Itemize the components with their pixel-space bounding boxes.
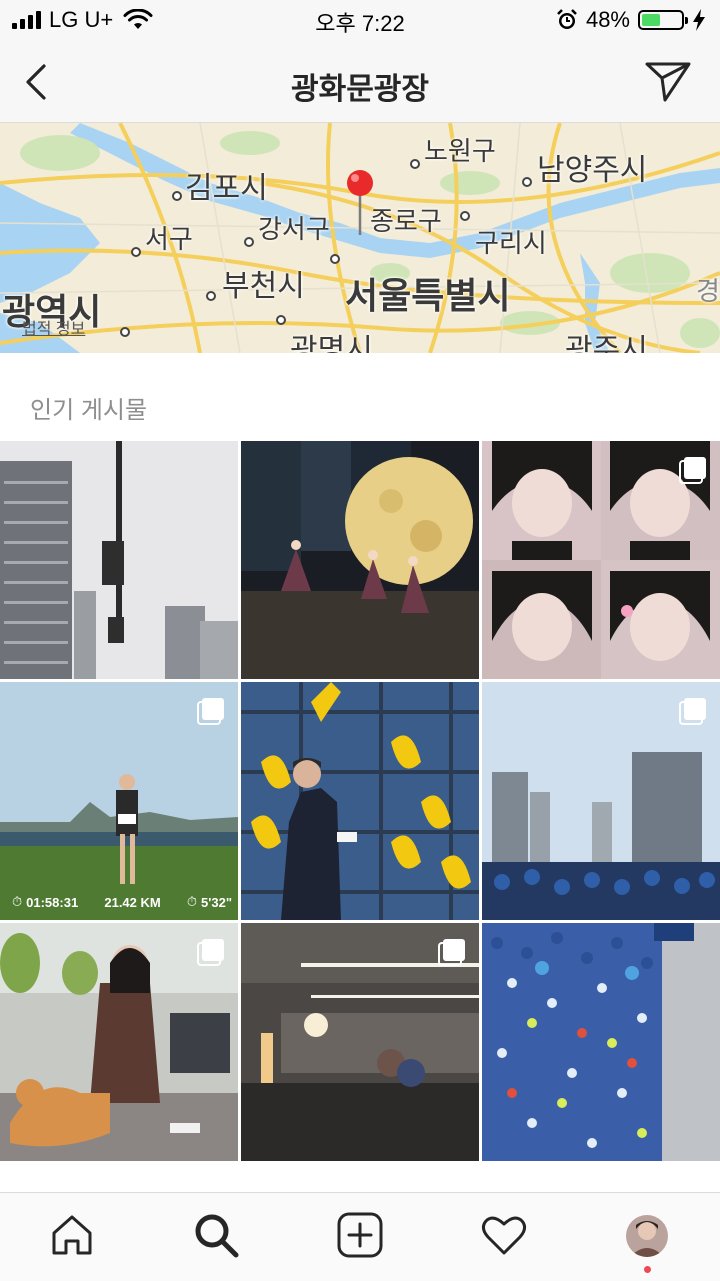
post-thumbnail[interactable] — [241, 923, 479, 1161]
notification-dot — [644, 1266, 651, 1273]
map-city-dot — [206, 291, 216, 301]
map-label: 경 — [696, 276, 720, 306]
post-thumbnail[interactable] — [241, 441, 479, 679]
post-thumbnail[interactable] — [482, 923, 720, 1161]
run-time: ⏱ 01:58:31 — [12, 894, 79, 910]
run-pace: ⏱ 5'32" — [186, 894, 232, 910]
multiple-photos-icon — [197, 939, 224, 966]
battery-fill — [642, 14, 660, 26]
map-label: 서울특별시 — [345, 275, 511, 316]
heart-icon[interactable] — [480, 1211, 528, 1259]
multiple-photos-icon — [679, 457, 706, 484]
add-post-icon[interactable] — [336, 1211, 384, 1259]
charging-icon — [693, 9, 705, 31]
map-city-dot — [172, 191, 182, 201]
post-thumbnail[interactable]: ⏱ 01:58:31 21.42 KM ⏱ 5'32" — [0, 682, 238, 920]
map-city-dot — [410, 159, 420, 169]
alarm-icon — [557, 9, 577, 29]
multiple-photos-icon — [679, 698, 706, 725]
map-city-dot — [276, 315, 286, 325]
map-label: 광주시 — [565, 334, 648, 353]
map-city-dot — [131, 247, 141, 257]
map-label: 김포시 — [185, 172, 268, 205]
run-stats-overlay: ⏱ 01:58:31 21.42 KM ⏱ 5'32" — [12, 894, 232, 910]
map-label: 노원구 — [424, 136, 496, 166]
multiple-photos-icon — [438, 939, 465, 966]
battery-percent: 48% — [585, 7, 630, 32]
section-title-top-posts: 인기 게시물 — [30, 397, 148, 424]
map-label: 광명시 — [290, 334, 373, 353]
post-thumbnail[interactable] — [482, 441, 720, 679]
multiple-photos-icon — [197, 698, 224, 725]
status-bar: LG U+ 오후 7:22 48% — [0, 0, 720, 40]
map-city-dot — [460, 211, 470, 221]
post-grid: ⏱ 01:58:31 21.42 KM ⏱ 5'32" — [0, 441, 720, 1162]
post-thumbnail[interactable] — [0, 441, 238, 679]
map-city-dot — [522, 177, 532, 187]
map-label: 남양주시 — [537, 154, 648, 187]
map-label: 구리시 — [475, 228, 547, 258]
page-title: 광화문광장 — [291, 73, 429, 106]
bottom-tab-bar — [0, 1192, 720, 1281]
battery-icon — [638, 10, 688, 30]
home-icon[interactable] — [48, 1211, 96, 1259]
map-city-dot — [330, 254, 340, 264]
map-legal-link[interactable]: 법적 정보 — [22, 315, 85, 339]
map-label: 종로구 — [370, 206, 442, 236]
map-city-dot — [120, 327, 130, 337]
map-label: 부천시 — [222, 270, 305, 303]
map-city-dot — [244, 237, 254, 247]
location-pin-icon — [347, 170, 373, 235]
post-thumbnail[interactable] — [482, 682, 720, 920]
map-label: 서구 — [145, 224, 193, 254]
map-label: 강서구 — [258, 214, 330, 244]
profile-avatar[interactable] — [626, 1215, 668, 1257]
search-icon[interactable] — [192, 1211, 240, 1259]
post-thumbnail[interactable] — [0, 923, 238, 1161]
run-distance: 21.42 KM — [104, 894, 161, 910]
post-thumbnail[interactable] — [241, 682, 479, 920]
paper-plane-icon[interactable] — [644, 60, 692, 104]
nav-header: 광화문광장 — [0, 40, 720, 123]
location-map[interactable]: 김포시 서구 강서구 종로구 노원구 남양주시 구리시 부천시 서울특별시 광역… — [0, 123, 720, 353]
